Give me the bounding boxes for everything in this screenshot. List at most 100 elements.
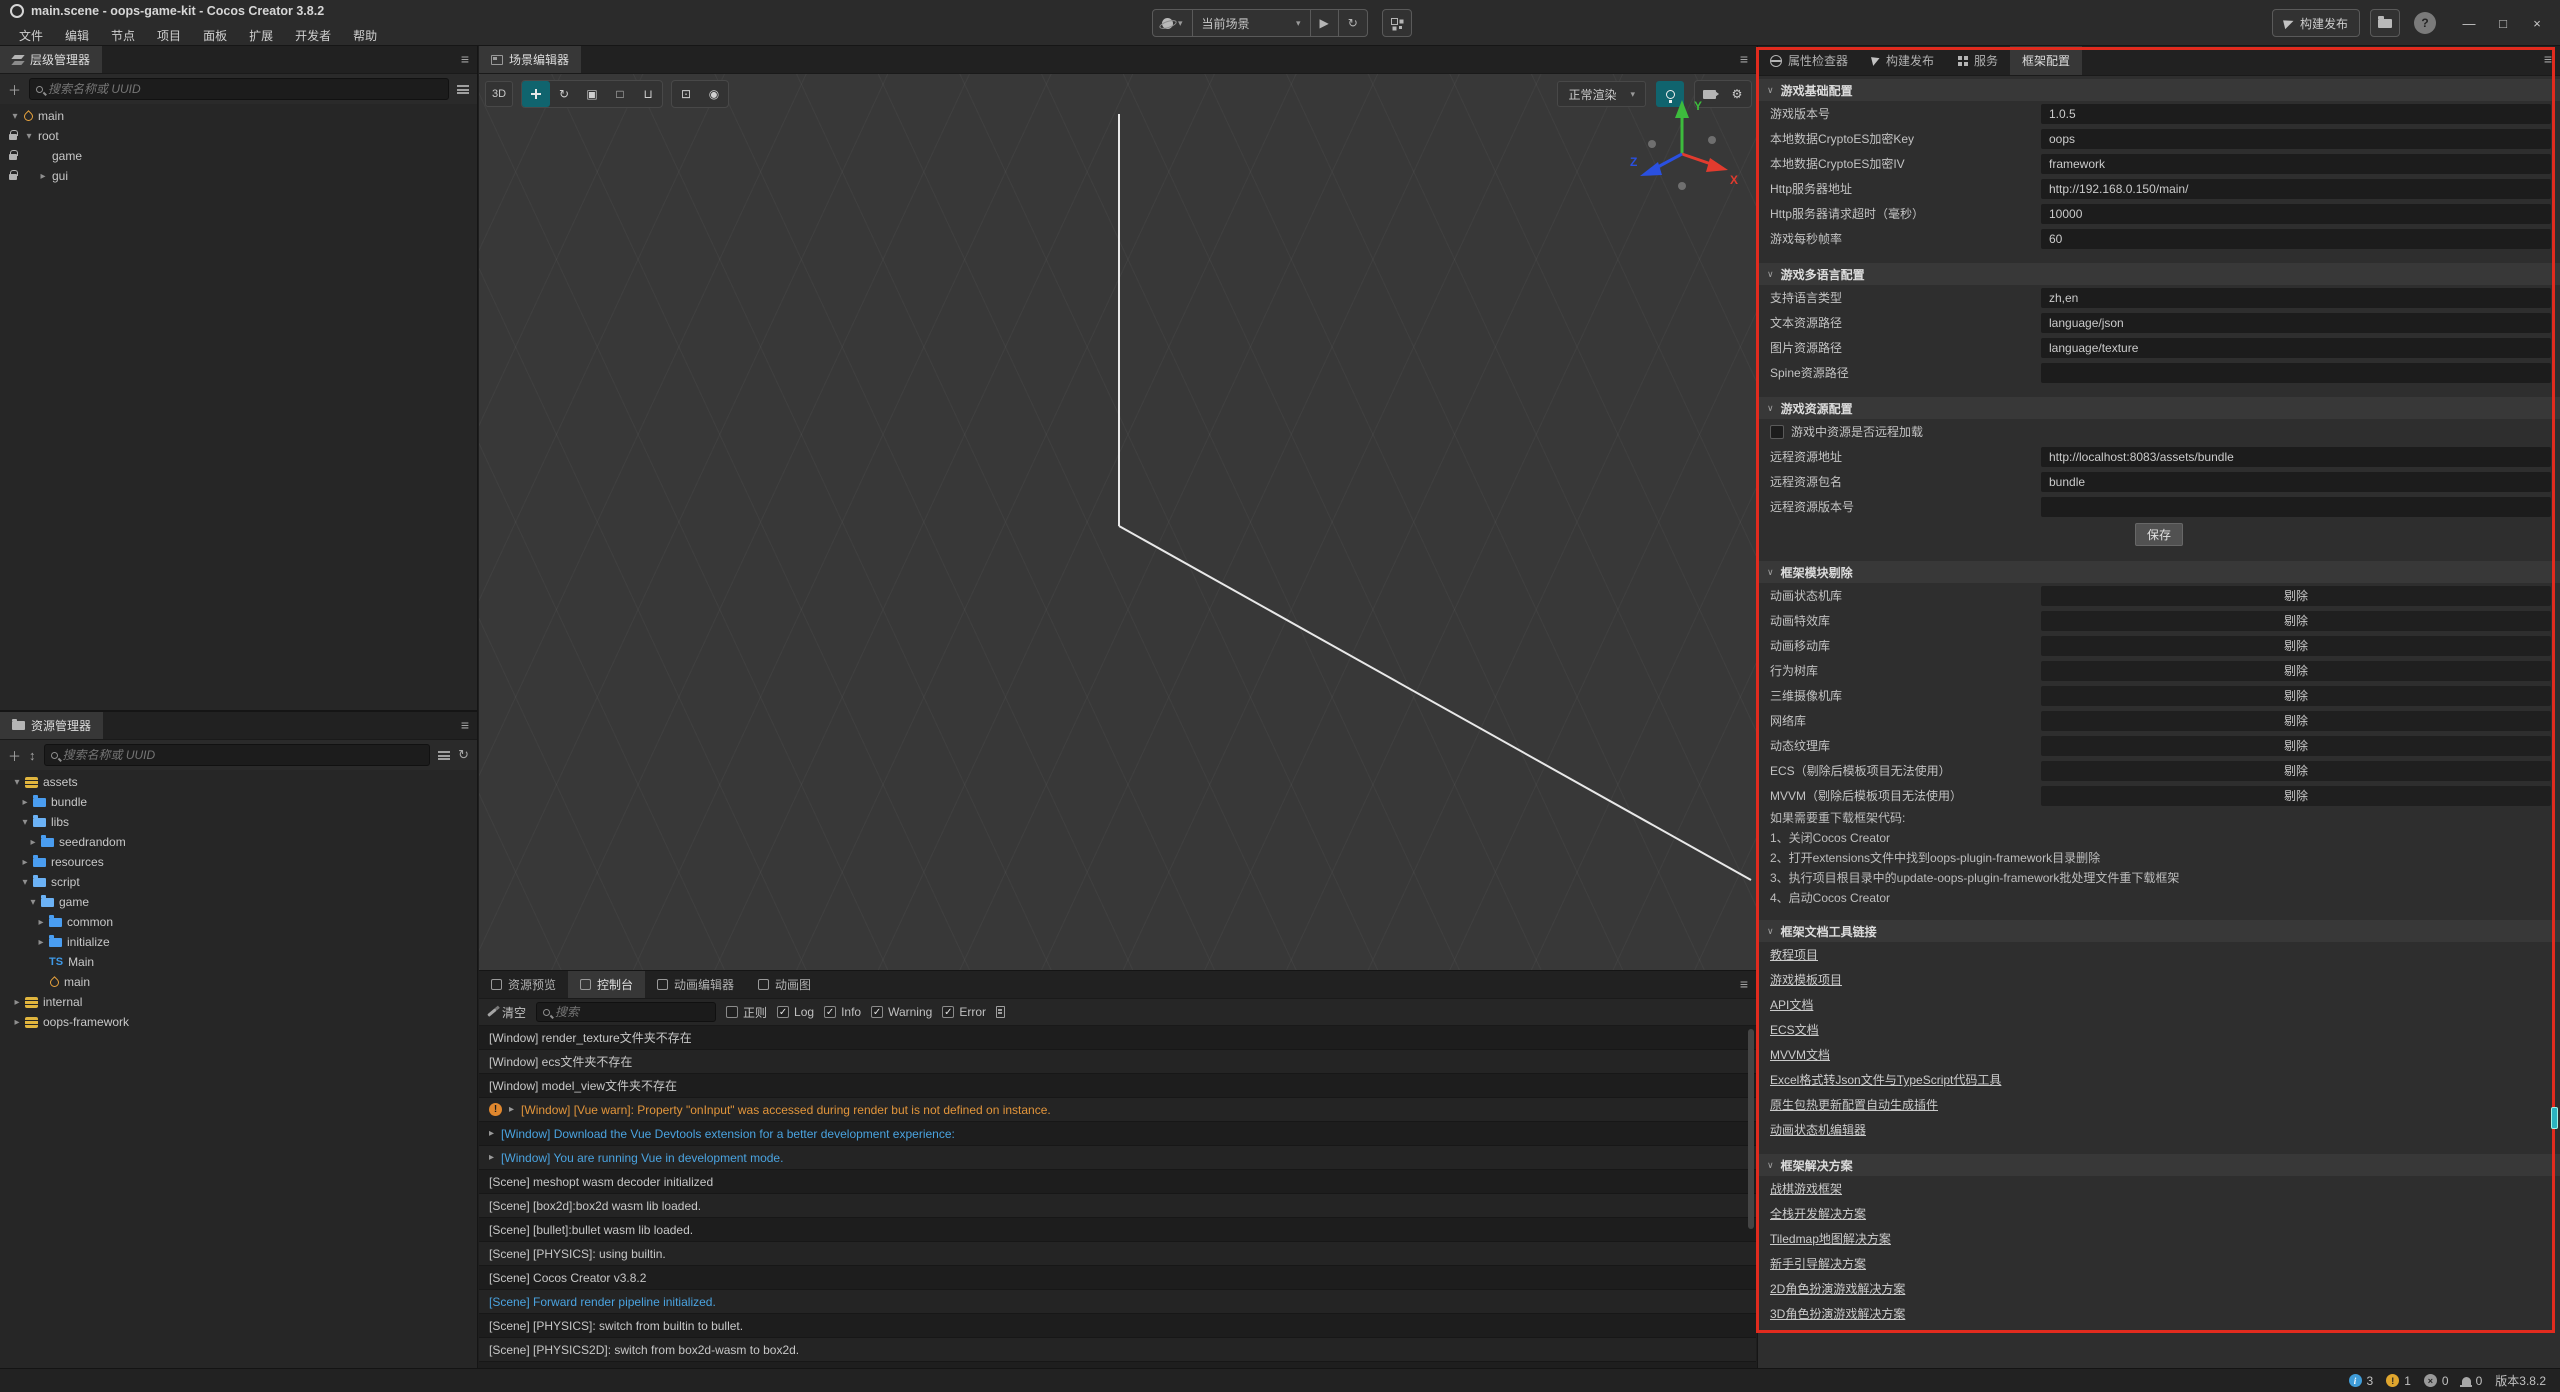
scene-viewport[interactable] [479,74,1756,970]
chevron-right-icon[interactable]: ▸ [26,837,40,848]
doc-link[interactable]: Tiledmap地图解决方案 [1770,1230,1891,1247]
doc-link[interactable]: 动画状态机编辑器 [1770,1121,1866,1138]
chevron-right-icon[interactable]: ▸ [34,917,48,928]
play-button[interactable]: ▶ [1311,10,1339,36]
render-mode-select[interactable]: 正常渲染 ▾ [1557,81,1646,107]
remove-module-button[interactable]: 剔除 [2041,711,2551,731]
tab-scene-editor[interactable]: 场景编辑器 [479,46,581,73]
doc-link[interactable]: Excel格式转Json文件与TypeScript代码工具 [1770,1071,2001,1088]
remove-module-button[interactable]: 剔除 [2041,761,2551,781]
field-input[interactable]: language/json [2041,313,2551,333]
console-scrollbar[interactable] [1748,1029,1754,1229]
scene-select[interactable]: 当前场景 ▾ [1193,10,1311,36]
lighting-toggle-button[interactable] [1656,81,1684,107]
doc-link[interactable]: ECS文档 [1770,1021,1819,1038]
assets-node[interactable]: ▾game [0,892,477,912]
field-input[interactable]: bundle [2041,472,2551,492]
notification-count[interactable]: 0 [2462,1374,2483,1388]
expand-chevron-icon[interactable]: ▸ [489,1128,494,1139]
section-header[interactable]: ∨游戏资源配置 [1758,397,2560,419]
help-button[interactable]: ? [2414,12,2436,34]
doc-link[interactable]: 3D角色扮演游戏解决方案 [1770,1305,1905,1322]
console-row[interactable]: [Window] model_view文件夹不存在 [479,1074,1756,1098]
console-row[interactable]: [Window] ecs文件夹不存在 [479,1050,1756,1074]
expand-chevron-icon[interactable]: ▸ [509,1104,514,1115]
doc-link[interactable]: 战棋游戏框架 [1770,1180,1842,1197]
section-header[interactable]: ∨框架解决方案 [1758,1154,2560,1176]
chevron-right-icon[interactable]: ▸ [18,797,32,808]
console-row[interactable]: [Scene] meshopt wasm decoder initialized [479,1170,1756,1194]
assets-node[interactable]: ▸common [0,912,477,932]
create-asset-button[interactable]: ＋ [8,746,21,765]
filter-info-checkbox[interactable]: ✓Info [824,1005,861,1019]
chevron-down-icon[interactable]: ▾ [22,131,36,142]
console-row[interactable]: [Window] render_texture文件夹不存在 [479,1026,1756,1050]
doc-link[interactable]: 2D角色扮演游戏解决方案 [1770,1280,1905,1297]
chevron-down-icon[interactable]: ▾ [10,777,24,788]
filter-icon[interactable] [457,85,469,94]
refresh-icon[interactable]: ↻ [458,747,469,763]
console-search[interactable] [536,1002,716,1022]
chevron-right-icon[interactable]: ▸ [10,1017,24,1028]
doc-link[interactable]: 原生包热更新配置自动生成插件 [1770,1096,1938,1113]
field-input[interactable]: 10000 [2041,204,2551,224]
filter-icon[interactable] [438,751,450,760]
menu-item-1[interactable]: 编辑 [56,25,98,46]
chevron-right-icon[interactable]: ▸ [36,171,50,182]
save-button[interactable]: 保存 [2135,523,2183,546]
reload-button[interactable]: ↻ [1339,10,1367,36]
assets-node[interactable]: ▸internal [0,992,477,1012]
field-input[interactable]: oops [2041,129,2551,149]
inspector-scrollbar-thumb[interactable] [2551,1107,2558,1129]
rect-tool-button[interactable]: □ [606,81,634,107]
chevron-down-icon[interactable]: ▾ [18,877,32,888]
move-tool-button[interactable] [522,81,550,107]
close-button[interactable]: × [2520,8,2554,38]
filter-error-checkbox[interactable]: ✓Error [942,1005,986,1019]
clear-console-button[interactable]: 清空 [487,1004,526,1021]
maximize-button[interactable]: □ [2486,8,2520,38]
menu-item-2[interactable]: 节点 [102,25,144,46]
hierarchy-search[interactable] [29,78,449,100]
chevron-down-icon[interactable]: ▾ [18,817,32,828]
remove-module-button[interactable]: 剔除 [2041,636,2551,656]
assets-node[interactable]: ▾assets [0,772,477,792]
field-input[interactable]: http://192.168.0.150/main/ [2041,179,2551,199]
assets-node[interactable]: ▾libs [0,812,477,832]
assets-node[interactable]: ▸resources [0,852,477,872]
menu-item-3[interactable]: 项目 [148,25,190,46]
menu-item-0[interactable]: 文件 [10,25,52,46]
expand-chevron-icon[interactable]: ▸ [489,1152,494,1163]
scene-menu-icon[interactable]: ≡ [1740,51,1748,67]
assets-search[interactable] [44,744,431,766]
console-row[interactable]: [Scene] [box2d]:box2d wasm lib loaded. [479,1194,1756,1218]
hierarchy-node[interactable]: ▾root [0,126,477,146]
console-row[interactable]: [Scene] Cocos Creator v3.8.2 [479,1266,1756,1290]
tab-console-1[interactable]: 控制台 [568,971,645,998]
console-row[interactable]: ▸[Window] You are running Vue in develop… [479,1146,1756,1170]
assets-menu-icon[interactable]: ≡ [461,717,469,733]
chevron-down-icon[interactable]: ▾ [26,897,40,908]
log-file-icon[interactable] [996,1006,1005,1018]
console-search-input[interactable] [555,1005,709,1019]
rotate-tool-button[interactable]: ↻ [550,81,578,107]
error-count[interactable]: × 0 [2424,1374,2449,1388]
checkbox-unchecked-icon[interactable] [1770,425,1784,439]
assets-node[interactable]: ▸seedrandom [0,832,477,852]
assets-node[interactable]: main [0,972,477,992]
menu-item-4[interactable]: 面板 [194,25,236,46]
doc-link[interactable]: 教程项目 [1770,946,1818,963]
chevron-right-icon[interactable]: ▸ [10,997,24,1008]
hierarchy-node[interactable]: ▾main [0,106,477,126]
section-header[interactable]: ∨框架文档工具链接 [1758,920,2560,942]
chevron-down-icon[interactable]: ▾ [8,111,22,122]
hierarchy-menu-icon[interactable]: ≡ [461,51,469,67]
filter-warning-checkbox[interactable]: ✓Warning [871,1005,932,1019]
field-input[interactable]: 60 [2041,229,2551,249]
sort-icon[interactable]: ↕ [29,748,36,763]
console-row[interactable]: [Scene] [PHYSICS]: using builtin. [479,1242,1756,1266]
console-row[interactable]: !▸[Window] [Vue warn]: Property "onInput… [479,1098,1756,1122]
tab-inspector-3[interactable]: 框架配置 [2010,46,2082,75]
console-row[interactable]: [Scene] [PHYSICS2D]: switch from box2d-w… [479,1338,1756,1362]
minimize-button[interactable]: — [2452,8,2486,38]
